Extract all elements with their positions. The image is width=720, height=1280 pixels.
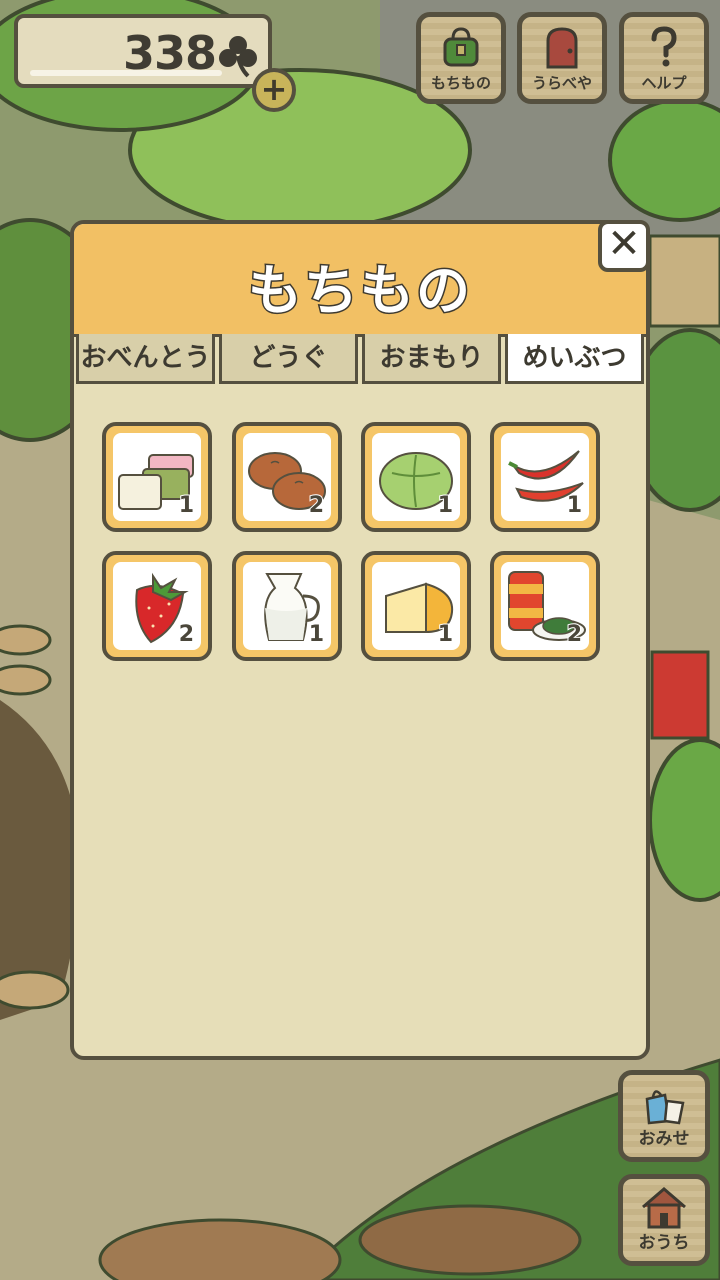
item-quantity: 1	[308, 621, 325, 648]
clover-icon	[219, 36, 257, 78]
item-slot[interactable]: 2	[102, 551, 212, 661]
item-slot[interactable]: 1	[490, 422, 600, 532]
door-icon	[546, 27, 578, 69]
panel-header: もちもの	[74, 224, 646, 337]
panel-title: もちもの	[247, 258, 472, 324]
bag-icon	[443, 27, 479, 67]
help-button[interactable]: ヘルプ	[619, 12, 709, 104]
tab-tools[interactable]: どうぐ	[219, 334, 358, 384]
item-slot[interactable]: 2	[232, 422, 342, 532]
home-button-label: おうち	[638, 1233, 690, 1253]
category-tabs: おべんとう どうぐ おまもり めいぶつ	[74, 334, 646, 388]
item-quantity: 2	[566, 621, 583, 648]
home-button[interactable]: おうち	[618, 1174, 710, 1266]
inventory-button[interactable]: もちもの	[416, 12, 506, 104]
backroom-button-label: うらべや	[531, 74, 592, 92]
item-quantity: 1	[437, 492, 454, 519]
shop-button-label: おみせ	[638, 1129, 690, 1149]
item-quantity: 2	[178, 621, 195, 648]
tab-specialties[interactable]: めいぶつ	[505, 334, 644, 384]
add-clover-button[interactable]: +	[252, 68, 296, 112]
house-icon	[642, 1187, 686, 1229]
close-button[interactable]: ✕	[598, 220, 650, 272]
help-button-label: ヘルプ	[641, 74, 687, 92]
clover-bar	[30, 70, 222, 76]
question-icon	[651, 26, 677, 67]
item-slot[interactable]: 2	[490, 551, 600, 661]
tab-charms[interactable]: おまもり	[362, 334, 501, 384]
item-quantity: 2	[308, 492, 325, 519]
item-slot[interactable]: 1	[232, 551, 342, 661]
shop-button[interactable]: おみせ	[618, 1070, 710, 1162]
backroom-button[interactable]: うらべや	[517, 12, 607, 104]
item-slot[interactable]: 1	[361, 422, 471, 532]
item-slot[interactable]: 1	[102, 422, 212, 532]
clover-counter: 338	[14, 14, 272, 88]
item-quantity: 1	[178, 492, 195, 519]
shop-bags-icon	[645, 1090, 685, 1125]
item-slot[interactable]: 1	[361, 551, 471, 661]
tab-bento[interactable]: おべんとう	[76, 334, 215, 384]
item-quantity: 1	[437, 621, 454, 648]
inventory-button-label: もちもの	[430, 74, 491, 92]
item-quantity: 1	[566, 492, 583, 519]
